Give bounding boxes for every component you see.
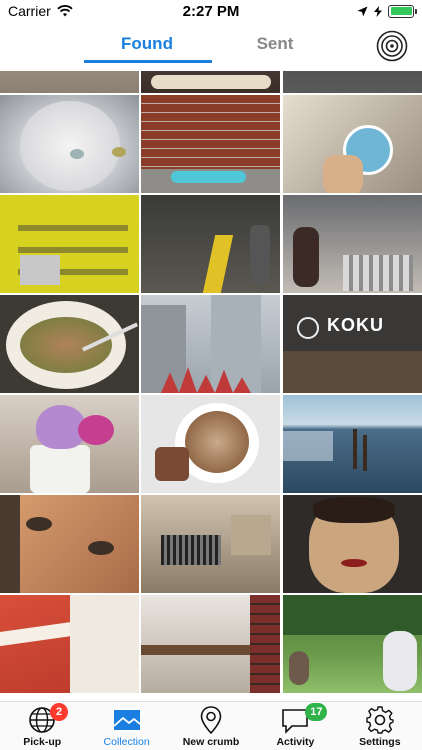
storefront-sign: KOKU — [327, 315, 384, 335]
tab-pick-up[interactable]: 2 Pick-up — [0, 702, 84, 750]
photo-tile[interactable] — [0, 595, 139, 693]
photo-tile[interactable] — [141, 295, 280, 393]
activity-badge: 17 — [305, 703, 328, 721]
gear-icon — [366, 706, 394, 734]
charging-icon — [374, 5, 382, 17]
location-arrow-icon — [357, 6, 368, 16]
tab-found[interactable]: Found — [82, 34, 212, 54]
photo-tile[interactable] — [283, 595, 422, 693]
bottom-tab-bar: 2 Pick-up Collection New crumb 17 Activi… — [0, 701, 422, 750]
photo-tile[interactable] — [141, 95, 280, 193]
photo-tile[interactable]: KOKU — [283, 295, 422, 393]
map-pin-icon — [200, 706, 222, 735]
battery-level — [390, 7, 412, 15]
photo-tile[interactable] — [283, 195, 422, 293]
status-right — [357, 4, 417, 18]
photo-tile[interactable] — [141, 595, 280, 693]
tab-collection-label: Collection — [103, 736, 150, 748]
photo-tile[interactable] — [141, 195, 280, 293]
photo-tile[interactable] — [0, 395, 139, 493]
photo-tile[interactable] — [141, 495, 280, 593]
status-bar: Carrier 2:27 PM — [0, 0, 422, 22]
tab-sent[interactable]: Sent — [210, 34, 340, 54]
carrier-label: Carrier — [8, 3, 51, 19]
photo-partial-top-mid[interactable] — [141, 71, 280, 93]
tab-settings-label: Settings — [359, 736, 401, 748]
tab-activity[interactable]: 17 Activity — [253, 702, 337, 750]
photo-tile[interactable] — [283, 395, 422, 493]
tab-activity-label: Activity — [276, 736, 315, 748]
photo-tile[interactable] — [0, 495, 139, 593]
photo-partial-top-left[interactable] — [0, 71, 139, 93]
photo-tile[interactable] — [0, 195, 139, 293]
photo-grid: KOKU — [0, 71, 422, 701]
image-icon — [113, 710, 141, 730]
status-left: Carrier — [8, 3, 73, 19]
battery-icon — [388, 4, 417, 18]
pick-up-badge: 2 — [50, 703, 68, 721]
photo-partial-top-right[interactable] — [283, 71, 422, 93]
active-tab-indicator — [84, 60, 212, 63]
photo-tile[interactable] — [0, 95, 139, 193]
photo-tile[interactable] — [283, 495, 422, 593]
header: Found Sent — [0, 24, 422, 70]
wifi-icon — [57, 5, 73, 17]
tab-settings[interactable]: Settings — [338, 702, 422, 750]
tab-pick-up-label: Pick-up — [23, 736, 62, 748]
photo-tile[interactable] — [0, 295, 139, 393]
photo-tile[interactable] — [283, 95, 422, 193]
tab-new-crumb-label: New crumb — [182, 736, 240, 748]
tab-collection[interactable]: Collection — [84, 702, 168, 750]
photo-tile[interactable] — [141, 395, 280, 493]
target-icon[interactable] — [376, 30, 408, 62]
tab-new-crumb[interactable]: New crumb — [169, 702, 253, 750]
